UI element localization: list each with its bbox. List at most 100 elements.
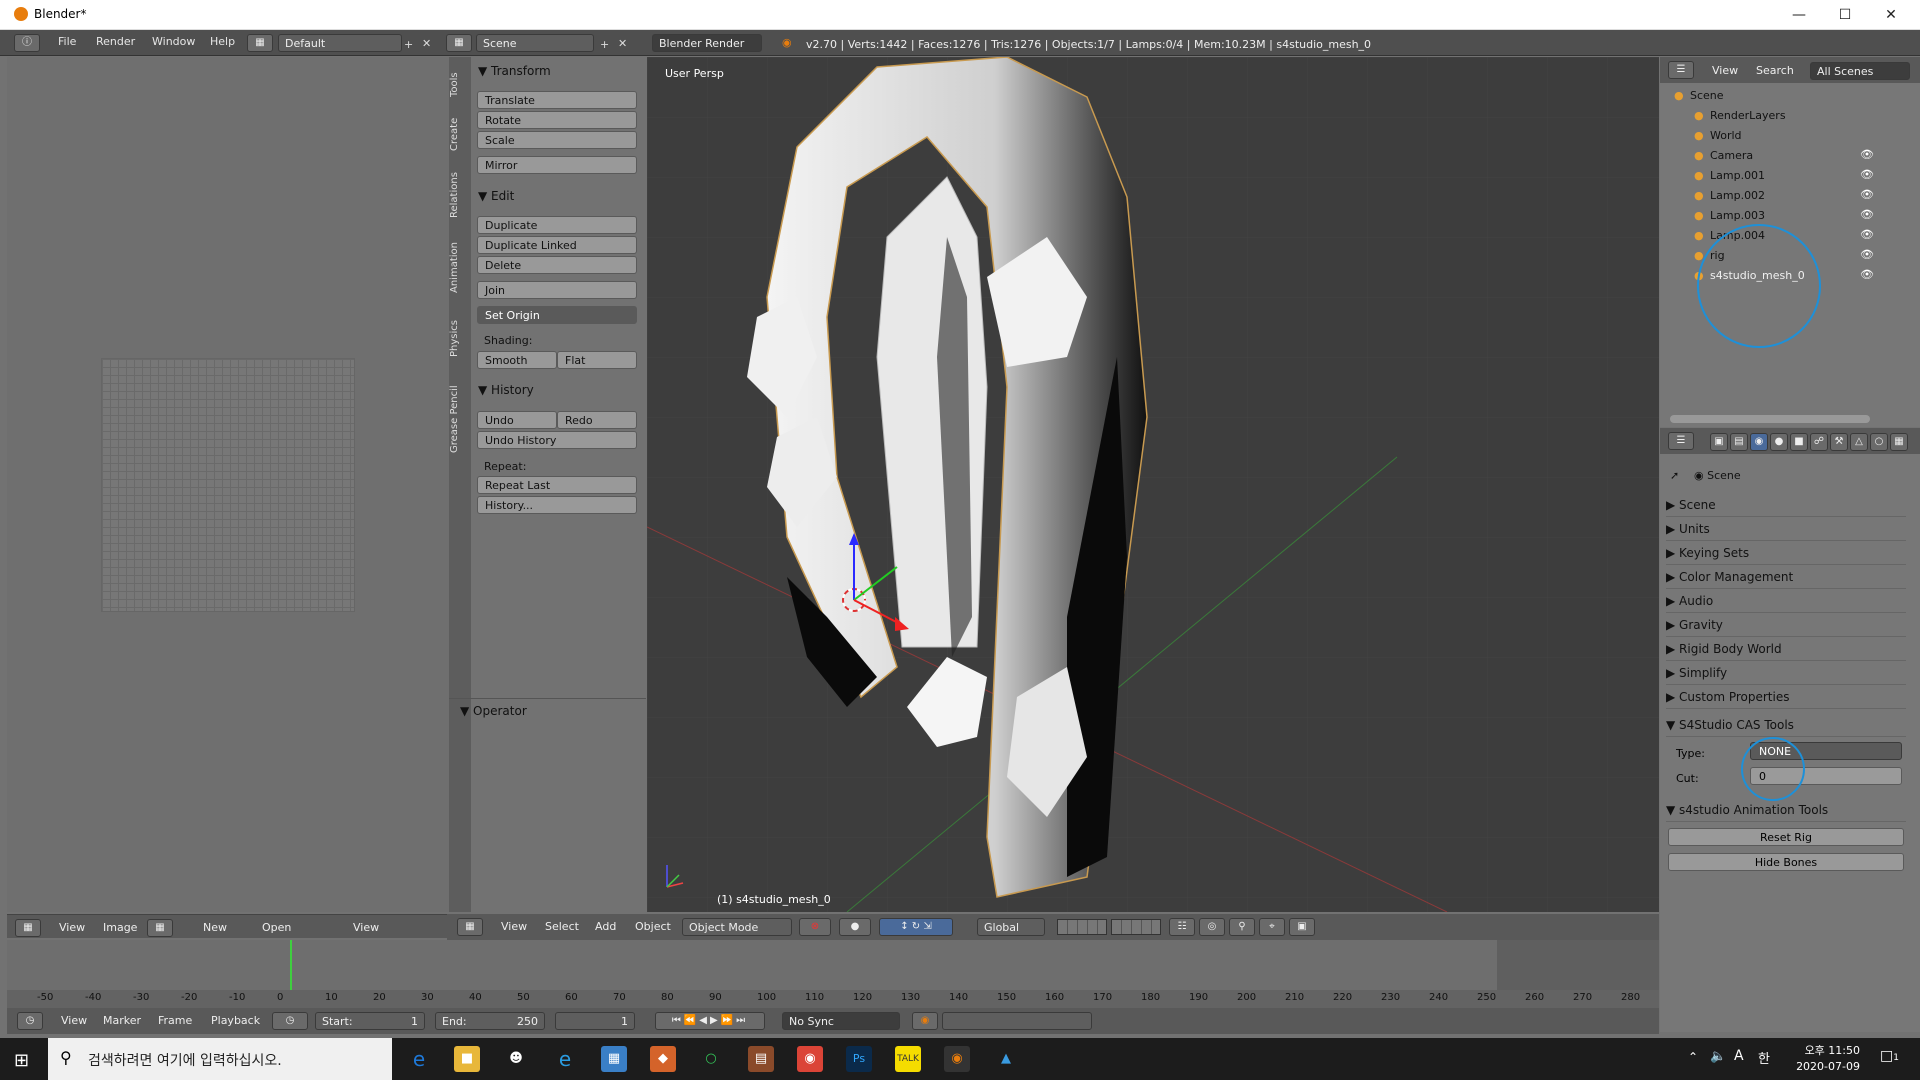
outliner-view-menu[interactable]: View — [1712, 64, 1738, 77]
frame-menu[interactable]: Frame — [158, 1014, 192, 1027]
info-editor-type-icon[interactable]: ⓘ — [14, 34, 40, 52]
tab-physics[interactable]: Physics — [449, 309, 471, 369]
start-frame-field[interactable]: Start: 1 — [315, 1012, 425, 1030]
data-tab-icon[interactable]: △ — [1850, 433, 1868, 451]
photoshop-icon[interactable]: Ps — [846, 1046, 872, 1072]
file-explorer-icon[interactable]: ■ — [454, 1046, 480, 1072]
clock-date[interactable]: 2020-07-09 — [1790, 1060, 1860, 1073]
menu-file[interactable]: File — [58, 35, 76, 48]
volume-icon[interactable]: 🔈 — [1710, 1049, 1726, 1064]
tab-grease-pencil[interactable]: Grease Pencil — [449, 373, 471, 465]
property-section[interactable]: ▶ Keying Sets — [1666, 541, 1906, 565]
layer-buttons-a[interactable] — [1057, 919, 1107, 935]
join-button[interactable]: Join — [477, 281, 637, 299]
edge-icon[interactable]: e — [406, 1046, 432, 1072]
clock-time[interactable]: 오후 11:50 — [1790, 1042, 1860, 1058]
timeline[interactable]: -50 -40 -30 -20 -10 0 10 20 30 40 50 60 70 80 90 100 110… — [7, 940, 1659, 1010]
duplicate-linked-button[interactable]: Duplicate Linked — [477, 236, 637, 254]
app-icon-4[interactable]: ○ — [698, 1046, 724, 1072]
world-tab-icon[interactable]: ● — [1770, 433, 1788, 451]
menu-window[interactable]: Window — [152, 35, 195, 48]
marker-menu[interactable]: Marker — [103, 1014, 141, 1027]
maximize-icon[interactable]: ☐ — [1822, 0, 1868, 30]
select-menu[interactable]: Select — [545, 920, 579, 933]
property-section[interactable]: ▶ Rigid Body World — [1666, 637, 1906, 661]
visibility-eye-icon[interactable]: 👁 — [1860, 208, 1874, 221]
repeat-last-button[interactable]: Repeat Last — [477, 476, 637, 494]
image-view-menu[interactable]: View — [59, 921, 85, 934]
history-button[interactable]: History... — [477, 496, 637, 514]
kakaotalk-icon[interactable]: TALK — [895, 1046, 921, 1072]
notification-icon[interactable]: □1 — [1880, 1048, 1899, 1064]
end-frame-field[interactable]: End: 250 — [435, 1012, 545, 1030]
image-menu[interactable]: Image — [103, 921, 137, 934]
tray-chevron-icon[interactable]: ⌃ — [1688, 1050, 1698, 1064]
redo-button[interactable]: Redo — [557, 411, 637, 429]
manipulator-icons[interactable]: ↕ ↻ ⇲ — [879, 918, 953, 936]
snap-target-icon[interactable]: ⌖ — [1259, 918, 1285, 936]
ie-icon[interactable]: e — [552, 1046, 578, 1072]
visibility-eye-icon[interactable]: 👁 — [1860, 248, 1874, 261]
property-section[interactable]: ▶ Scene — [1666, 493, 1906, 517]
outliner-item[interactable]: ● Scene — [1660, 86, 1920, 106]
pin-icon[interactable]: ➚ — [1670, 469, 1679, 482]
cas-tools-panel-title[interactable]: ▼ S4Studio CAS Tools — [1666, 713, 1906, 737]
hide-bones-button[interactable]: Hide Bones — [1668, 853, 1904, 871]
property-section[interactable]: ▶ Units — [1666, 517, 1906, 541]
playback-controls[interactable]: ⏮⏪◀▶⏩⏭ — [655, 1012, 765, 1030]
layer-buttons-b[interactable] — [1111, 919, 1161, 935]
lock-layers-icon[interactable]: ☷ — [1169, 918, 1195, 936]
operator-panel-title[interactable]: ▼ Operator — [460, 704, 527, 718]
add-layout-icon[interactable]: + — [404, 38, 413, 51]
object-tab-icon[interactable]: ■ — [1790, 433, 1808, 451]
undo-button[interactable]: Undo — [477, 411, 557, 429]
property-section[interactable]: ▶ Custom Properties — [1666, 685, 1906, 709]
material-tab-icon[interactable]: ○ — [1870, 433, 1888, 451]
modifiers-tab-icon[interactable]: ⚒ — [1830, 433, 1848, 451]
outliner-type-icon[interactable]: ☰ — [1668, 61, 1694, 79]
anim-tools-panel-title[interactable]: ▼ s4studio Animation Tools — [1666, 798, 1906, 822]
preview-range-icon[interactable]: ◷ — [272, 1012, 308, 1030]
properties-type-icon[interactable]: ☰ — [1668, 432, 1694, 450]
shading-select-icon[interactable]: ⊗ — [799, 918, 831, 936]
3d-viewport[interactable]: User Persp (1) s4studio_mesh_0 — [647, 57, 1659, 912]
property-section[interactable]: ▶ Color Management — [1666, 565, 1906, 589]
orientation-select[interactable]: Global — [977, 918, 1045, 936]
view-menu[interactable]: View — [501, 920, 527, 933]
scene-icon[interactable]: ▦ — [446, 34, 472, 52]
outliner-item[interactable]: ● Lamp.001 👁 — [1660, 166, 1920, 186]
timeline-view-menu[interactable]: View — [61, 1014, 87, 1027]
render-engine-select[interactable]: Blender Render — [652, 34, 762, 52]
property-section[interactable]: ▶ Gravity — [1666, 613, 1906, 637]
minimize-icon[interactable]: — — [1776, 0, 1822, 30]
tab-relations[interactable]: Relations — [449, 163, 471, 227]
remove-scene-icon[interactable]: ✕ — [618, 37, 627, 50]
duplicate-button[interactable]: Duplicate — [477, 216, 637, 234]
pivot-icon[interactable]: ● — [839, 918, 871, 936]
add-menu[interactable]: Add — [595, 920, 616, 933]
app-icon-1[interactable]: ☻ — [503, 1046, 529, 1072]
app-icon-6[interactable]: ▲ — [993, 1046, 1019, 1072]
constraints-tab-icon[interactable]: ☍ — [1810, 433, 1828, 451]
outliner-item[interactable]: ● RenderLayers — [1660, 106, 1920, 126]
history-panel-title[interactable]: ▼ History — [478, 383, 534, 397]
taskbar-search-box[interactable]: ⚲ 검색하려면 여기에 입력하십시오. — [48, 1038, 392, 1080]
tab-animation[interactable]: Animation — [449, 231, 471, 305]
app-icon-2[interactable]: ▦ — [601, 1046, 627, 1072]
transform-panel-title[interactable]: ▼ Transform — [478, 64, 551, 78]
outliner-scope-select[interactable]: All Scenes — [1810, 62, 1910, 80]
mode-select[interactable]: Object Mode — [682, 918, 792, 936]
proportional-edit-icon[interactable]: ◎ — [1199, 918, 1225, 936]
set-origin-select[interactable]: Set Origin — [477, 306, 637, 324]
3d-editor-type-icon[interactable]: ▦ — [457, 918, 483, 936]
playback-menu[interactable]: Playback — [211, 1014, 260, 1027]
outliner-item[interactable]: ● Lamp.003 👁 — [1660, 206, 1920, 226]
viewport-canvas[interactable] — [647, 57, 1659, 912]
image-view-select[interactable]: View — [353, 921, 379, 934]
blender-taskbar-icon[interactable]: ◉ — [944, 1046, 970, 1072]
layout-field[interactable]: Default — [278, 34, 402, 52]
outliner-item[interactable]: ● World — [1660, 126, 1920, 146]
rotate-button[interactable]: Rotate — [477, 111, 637, 129]
current-frame-line[interactable] — [290, 940, 292, 990]
outliner-scrollbar[interactable] — [1670, 415, 1870, 423]
